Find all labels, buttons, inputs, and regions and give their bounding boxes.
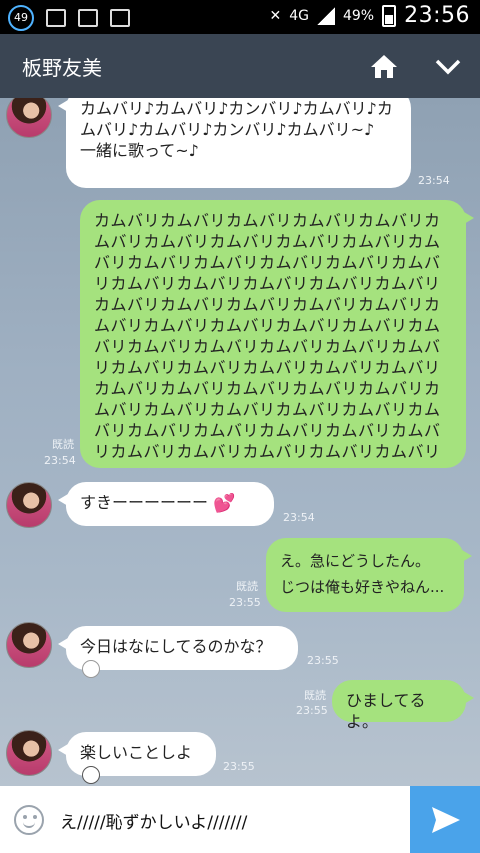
avatar[interactable] (6, 622, 52, 668)
message-time: 23:55 (229, 596, 261, 609)
hearts-emoji-icon: 💕 (213, 493, 236, 514)
message-bubble-incoming: カムバリ♪カムバリ♪カンバリ♪カムバリ♪カムバリ♪カムバリ♪カンバリ♪カムバリ~… (58, 98, 411, 188)
read-receipt: 既読 (52, 438, 74, 451)
bag-icon (110, 9, 130, 27)
avatar[interactable] (6, 98, 52, 138)
bunny-emoji-icon (82, 659, 100, 678)
message-bubble-outgoing: え。急にどうしたん。 じつは俺も好きやねん... (266, 538, 472, 612)
message-bubble-incoming: 今日はなにしてるのかな？ (58, 626, 298, 678)
chat-header: 板野友美 (0, 34, 480, 98)
message-bubble-incoming: 楽しいことしよ (58, 732, 216, 784)
face-emoji-icon (82, 765, 100, 784)
avatar[interactable] (6, 730, 52, 776)
message-input-bar: え/////恥ずかしいよ/////// (0, 786, 480, 853)
message-time: 23:54 (283, 511, 315, 524)
chevron-down-icon[interactable] (432, 50, 464, 82)
message-time: 23:55 (223, 760, 255, 773)
message-input[interactable]: え/////恥ずかしいよ/////// (60, 808, 247, 833)
read-receipt: 既読 (304, 689, 326, 702)
notification-count-badge: 49 (8, 5, 34, 31)
battery-percent: 49% (342, 7, 375, 24)
message-time: 23:55 (296, 704, 328, 717)
network-label: 4G (289, 7, 309, 24)
gallery-icon (46, 9, 66, 27)
clock: 23:56 (404, 3, 470, 28)
screenshot-icon (78, 9, 98, 27)
message-time: 23:54 (44, 454, 76, 467)
status-bar: 49 ✕ 4G 49% 23:56 (0, 0, 480, 34)
message-text: 今日はなにしてるのかな？ (80, 637, 272, 656)
message-time: 23:54 (418, 174, 450, 187)
home-icon[interactable] (368, 50, 400, 82)
battery-icon (382, 4, 397, 27)
send-button[interactable] (410, 786, 480, 853)
chat-area[interactable]: カムバリ♪カムバリ♪カンバリ♪カムバリ♪カムバリ♪カムバリ♪カンバリ♪カムバリ~… (0, 98, 480, 786)
message-time: 23:55 (307, 654, 339, 667)
read-receipt: 既読 (236, 580, 258, 593)
message-text: 楽しいことしよ (80, 743, 193, 762)
message-bubble-outgoing: ひましてるよ。 (332, 680, 474, 731)
message-bubble-outgoing: カムバリカムバリカムバリカムバリカムバリカムバリカムバリカムバリカムバリカムバリ… (80, 200, 474, 468)
message-bubble-incoming: すきーーーーーー 💕 (58, 482, 274, 526)
emoji-picker-icon[interactable] (14, 805, 44, 835)
signal-icon (316, 6, 335, 25)
avatar[interactable] (6, 482, 52, 528)
mute-icon: ✕ (269, 7, 282, 24)
message-text: すきーーーーーー (80, 493, 209, 512)
chat-title: 板野友美 (22, 56, 102, 80)
send-icon (432, 807, 460, 833)
